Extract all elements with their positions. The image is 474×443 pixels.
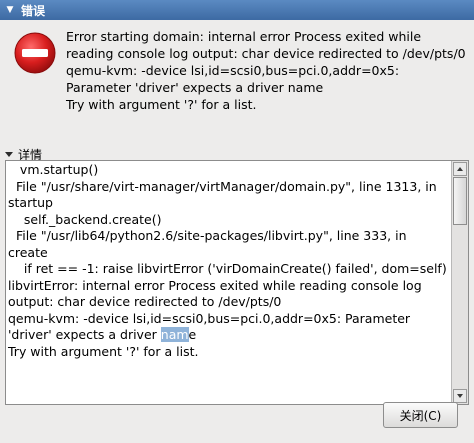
details-line: create xyxy=(8,244,48,260)
window-title: 错误 xyxy=(21,3,46,18)
details-line: File "/usr/share/virt-manager/virtManage… xyxy=(8,178,437,194)
error-message-line: reading console log output: char device … xyxy=(66,46,466,61)
arrow-up-icon xyxy=(457,167,463,171)
scroll-down-button[interactable] xyxy=(453,389,467,403)
details-text-view[interactable]: vm.startup() File "/usr/share/virt-manag… xyxy=(5,160,469,405)
error-message-line: qemu-kvm: -device lsi,id=scsi0,bus=pci.0… xyxy=(66,63,400,78)
window-menu-icon[interactable]: ▼ xyxy=(3,0,17,20)
expander-arrow-icon xyxy=(5,152,13,157)
error-dialog: ▼ 错误 Error starting domain: internal err… xyxy=(0,0,474,443)
details-line: startup xyxy=(8,195,53,210)
details-line: self._backend.create() xyxy=(8,211,162,227)
error-message-line: Try with argument '?' for a list. xyxy=(66,97,257,112)
error-message-line: Error starting domain: internal error Pr… xyxy=(66,29,422,44)
details-line-text: e xyxy=(188,327,197,342)
close-button[interactable]: 关闭(C) xyxy=(383,402,458,428)
arrow-down-icon xyxy=(457,394,463,398)
details-line: if ret == -1: raise libvirtError ('virDo… xyxy=(8,261,447,276)
dialog-content: Error starting domain: internal error Pr… xyxy=(0,20,474,443)
details-text[interactable]: vm.startup() File "/usr/share/virt-manag… xyxy=(8,162,451,360)
details-line: libvirtError: internal error Process exi… xyxy=(8,277,422,293)
scrollbar-thumb[interactable] xyxy=(453,177,467,225)
text-selection: nam xyxy=(160,327,189,342)
details-line-text: 'driver' expects a driver xyxy=(8,327,161,342)
vertical-scrollbar[interactable] xyxy=(451,161,468,404)
error-message: Error starting domain: internal error Pr… xyxy=(66,28,470,113)
details-line: vm.startup() xyxy=(8,162,99,177)
scroll-up-button[interactable] xyxy=(453,162,467,176)
details-line: output: char device redirected to /dev/p… xyxy=(8,294,282,309)
details-line: File "/usr/lib64/python2.6/site-packages… xyxy=(8,228,407,243)
details-line: 'driver' expects a driver name xyxy=(8,327,451,344)
error-message-line: Parameter 'driver' expects a driver name xyxy=(66,80,324,95)
error-no-entry-icon xyxy=(14,32,56,74)
details-line: qemu-kvm: -device lsi,id=scsi0,bus=pci.0… xyxy=(8,310,411,326)
details-line: Try with argument '?' for a list. xyxy=(8,343,199,359)
title-bar: ▼ 错误 xyxy=(0,0,474,20)
